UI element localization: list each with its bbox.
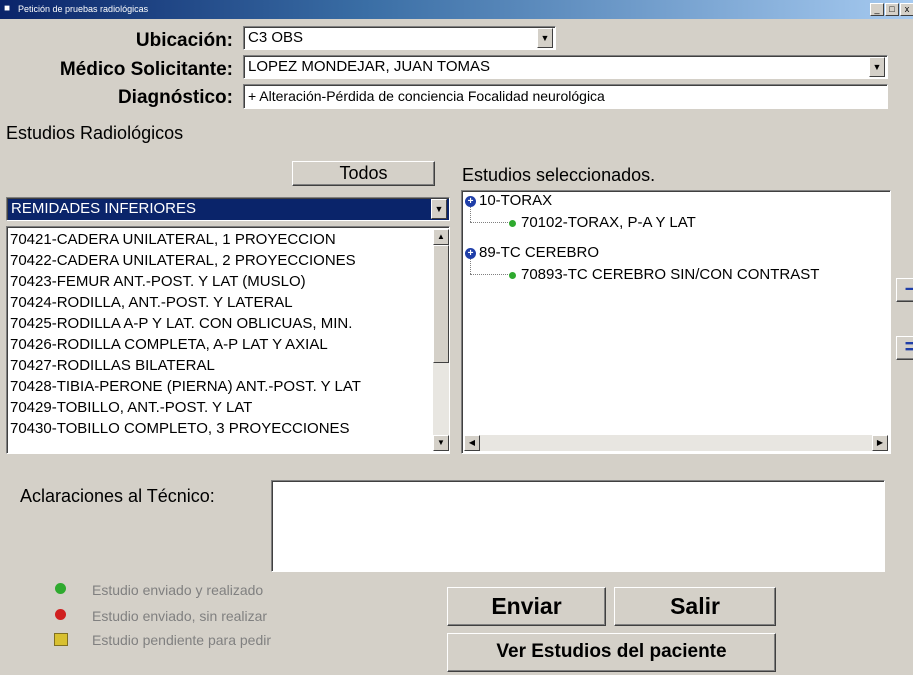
title-bar[interactable]: ■ Petición de pruebas radiológicas _ □ x [0, 0, 913, 19]
medico-dropdown[interactable]: LOPEZ MONDEJAR, JUAN TOMAS ▼ [243, 55, 888, 79]
list-item[interactable]: 70423-FEMUR ANT.-POST. Y LAT (MUSLO) [10, 272, 306, 292]
tree-leaf-label[interactable]: 70893-TC CEREBRO SIN/CON CONTRAST [521, 265, 819, 285]
list-item[interactable]: 70425-RODILLA A-P Y LAT. CON OBLICUAS, M… [10, 314, 352, 334]
scroll-thumb[interactable] [433, 245, 449, 363]
green-dot-icon [509, 272, 516, 279]
ubicacion-dropdown[interactable]: C3 OBS ▼ [243, 26, 556, 50]
main-window: ■ Petición de pruebas radiológicas _ □ x… [0, 0, 913, 675]
seleccionados-tree[interactable]: + 10-TORAX 70102-TORAX, P-A Y LAT + 89-T… [461, 190, 891, 454]
medico-label: Médico Solicitante: [59, 59, 233, 80]
plus-circle-icon[interactable]: + [465, 196, 476, 207]
category-value: REMIDADES INFERIORES [11, 200, 197, 217]
medico-value: LOPEZ MONDEJAR, JUAN TOMAS [248, 58, 490, 75]
scroll-right-icon[interactable]: ▶ [872, 435, 888, 451]
list-item[interactable]: 70427-RODILLAS BILATERAL [10, 356, 215, 376]
diagnostico-field[interactable]: + Alteración-Pérdida de conciencia Focal… [243, 84, 888, 109]
tree-group-label[interactable]: 10-TORAX [479, 191, 552, 211]
todos-button[interactable]: Todos [292, 161, 435, 186]
maximize-button[interactable]: □ [885, 3, 899, 16]
list-item[interactable]: 70422-CADERA UNILATERAL, 2 PROYECCIONES [10, 251, 356, 271]
app-icon: ■ [4, 3, 11, 14]
enviar-button[interactable]: Enviar [447, 587, 606, 626]
aclaraciones-label: Aclaraciones al Técnico: [20, 486, 215, 506]
minimize-button[interactable]: _ [870, 3, 884, 16]
tree-connector [470, 274, 510, 276]
ubicacion-label: Ubicación: [135, 30, 233, 51]
list-item[interactable]: 70421-CADERA UNILATERAL, 1 PROYECCION [10, 230, 336, 250]
window-title: Petición de pruebas radiológicas [18, 4, 149, 14]
chevron-down-icon[interactable]: ▼ [431, 199, 447, 219]
tree-connector [470, 222, 510, 224]
close-button[interactable]: x [900, 3, 913, 16]
salir-button[interactable]: Salir [614, 587, 776, 626]
scroll-left-icon[interactable]: ◀ [464, 435, 480, 451]
legend-realizado: Estudio enviado y realizado [92, 582, 264, 598]
list-item[interactable]: 70426-RODILLA COMPLETA, A-P LAT Y AXIAL [10, 335, 328, 355]
estudios-label: Estudios Radiológicos [6, 123, 184, 143]
chevron-down-icon[interactable]: ▼ [869, 57, 885, 77]
pending-folder-icon [54, 633, 68, 646]
category-dropdown[interactable]: REMIDADES INFERIORES ▼ [6, 197, 450, 221]
estudios-list[interactable]: 70421-CADERA UNILATERAL, 1 PROYECCION 70… [6, 226, 450, 454]
legend-pendiente: Estudio pendiente para pedir [92, 632, 272, 648]
clear-studies-button[interactable]: = [896, 336, 913, 360]
green-status-icon [55, 583, 66, 594]
green-dot-icon [509, 220, 516, 227]
tree-connector [470, 207, 472, 222]
ver-estudios-button[interactable]: Ver Estudios del paciente [447, 633, 776, 672]
chevron-down-icon[interactable]: ▼ [537, 28, 553, 48]
list-item[interactable]: 70429-TOBILLO, ANT.-POST. Y LAT [10, 398, 252, 418]
list-item[interactable]: 70428-TIBIA-PERONE (PIERNA) ANT.-POST. Y… [10, 377, 361, 397]
list-item[interactable]: 70430-TOBILLO COMPLETO, 3 PROYECCIONES [10, 419, 350, 439]
scroll-down-icon[interactable]: ▼ [433, 435, 449, 451]
seleccionados-label: Estudios seleccionados. [462, 165, 656, 185]
vertical-scrollbar[interactable]: ▲ ▼ [433, 229, 449, 451]
tree-group-label[interactable]: 89-TC CEREBRO [479, 243, 599, 263]
tree-connector [470, 259, 472, 274]
aclaraciones-textarea[interactable] [271, 480, 885, 572]
ubicacion-value: C3 OBS [248, 29, 304, 46]
remove-study-button[interactable]: – [896, 277, 913, 302]
tree-leaf-label[interactable]: 70102-TORAX, P-A Y LAT [521, 213, 696, 233]
scroll-up-icon[interactable]: ▲ [433, 229, 449, 245]
horizontal-scrollbar[interactable]: ◀ ▶ [464, 435, 888, 451]
plus-circle-icon[interactable]: + [465, 248, 476, 259]
list-item[interactable]: 70424-RODILLA, ANT.-POST. Y LATERAL [10, 293, 293, 313]
red-status-icon [55, 609, 66, 620]
diagnostico-label: Diagnóstico: [117, 87, 233, 108]
legend-sin-realizar: Estudio enviado, sin realizar [92, 608, 268, 624]
